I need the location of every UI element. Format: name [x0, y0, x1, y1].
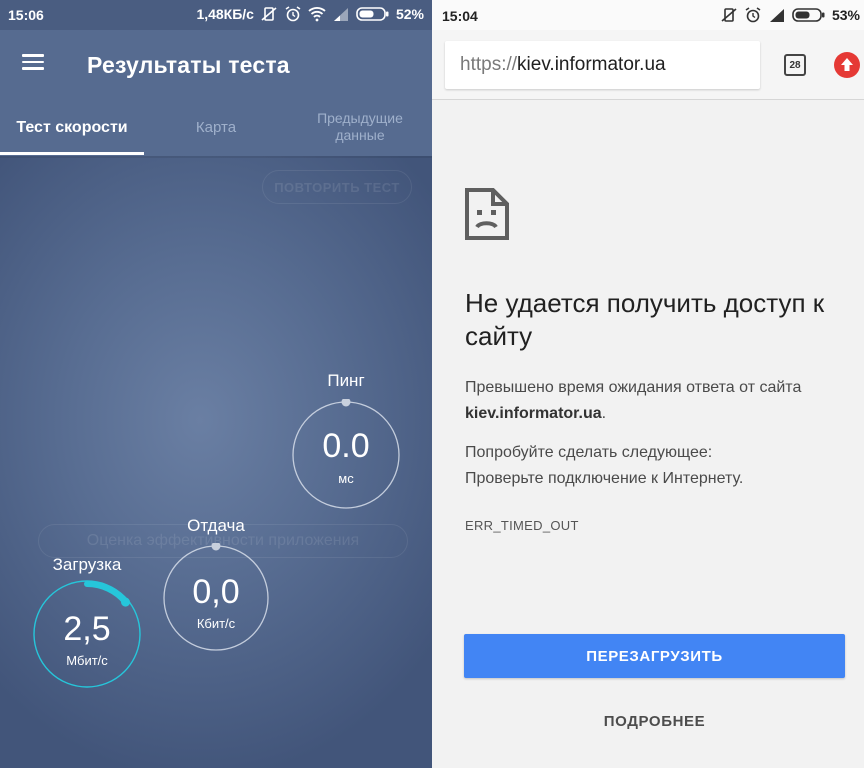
download-progress-knob — [121, 597, 131, 607]
tab-switcher-button[interactable]: 28 — [784, 54, 806, 76]
error-page: Не удается получить доступ к сайту Превы… — [432, 101, 864, 768]
suggestion-check-connection: Проверьте подключение к Интернету. — [465, 470, 744, 487]
tab-speed-test[interactable]: Тест скорости — [0, 98, 144, 156]
url-host: kiev.informator.ua — [517, 54, 666, 75]
alarm-icon — [745, 7, 761, 23]
reload-button[interactable]: ПЕРЕЗАГРУЗИТЬ — [464, 634, 845, 678]
status-bar: 15:04 53% — [432, 0, 864, 30]
sad-page-icon — [465, 188, 509, 240]
upload-label: Отдача — [187, 516, 245, 535]
url-scheme: https:// — [460, 54, 518, 75]
update-button[interactable] — [834, 52, 860, 78]
page-title: Результаты теста — [87, 52, 290, 78]
signal-icon — [769, 9, 784, 22]
status-bar: 15:06 1,48КБ/с 52% — [0, 0, 432, 30]
error-code: ERR_TIMED_OUT — [465, 518, 579, 533]
vibrate-off-icon — [261, 7, 277, 21]
ping-value: 0.0 — [322, 427, 370, 465]
ping-unit: мс — [338, 471, 354, 486]
tab-map[interactable]: Карта — [144, 98, 288, 156]
battery-icon — [356, 7, 389, 21]
alarm-icon — [285, 6, 301, 22]
error-title: Не удается получить доступ к сайту — [465, 288, 825, 351]
ping-label: Пинг — [327, 371, 365, 390]
signal-icon — [333, 8, 348, 21]
battery-percent: 52% — [395, 6, 424, 22]
arrow-up-icon — [841, 58, 853, 71]
url-bar[interactable]: https://kiev.informator.ua — [445, 41, 760, 89]
menu-icon — [22, 54, 44, 57]
speedtest-app: 15:06 1,48КБ/с 52% Результаты теста Тест… — [0, 0, 432, 768]
error-timeout-text: Превышено время ожидания ответа от сайта… — [465, 379, 802, 422]
download-label: Загрузка — [52, 555, 122, 574]
vibrate-off-icon — [721, 8, 737, 22]
upload-gauge: 0,0 Кбит/с — [161, 543, 271, 653]
download-gauge: 2,5 Мбит/с — [31, 578, 143, 690]
upload-unit: Кбит/с — [196, 616, 236, 631]
ping-gauge: 0.0 мс — [290, 399, 402, 511]
download-unit: Мбит/с — [66, 653, 108, 668]
download-progress-arc — [84, 581, 129, 606]
tab-previous-data[interactable]: Предыдущие данные — [288, 98, 432, 156]
browser-toolbar: https://kiev.informator.ua 28 — [432, 30, 864, 100]
details-button[interactable]: ПОДРОБНЕЕ — [464, 701, 845, 741]
error-host: kiev.informator.ua — [465, 405, 602, 422]
suggestion-heading: Попробуйте сделать следующее: — [465, 444, 713, 461]
tab-indicator — [0, 152, 144, 155]
retry-test-button[interactable]: ПОВТОРИТЬ ТЕСТ — [262, 170, 412, 204]
timeout-message: Превышено время ожидания ответа от сайта — [465, 379, 802, 396]
status-time: 15:04 — [442, 8, 478, 24]
upload-value: 0,0 — [192, 573, 240, 611]
menu-button[interactable] — [14, 50, 54, 80]
battery-percent: 53% — [831, 7, 860, 23]
app-bar: Результаты теста — [0, 30, 432, 98]
status-time: 15:06 — [8, 7, 44, 23]
battery-icon — [792, 8, 825, 22]
error-suggestion: Попробуйте сделать следующее: Проверьте … — [465, 440, 855, 492]
browser-app: 15:04 53% https://kiev.informator.ua 28 … — [432, 0, 864, 768]
network-speed: 1,48КБ/с — [196, 6, 254, 22]
download-value: 2,5 — [63, 610, 111, 648]
wifi-icon — [308, 7, 326, 22]
tab-bar: Тест скорости Карта Предыдущие данные — [0, 98, 432, 156]
